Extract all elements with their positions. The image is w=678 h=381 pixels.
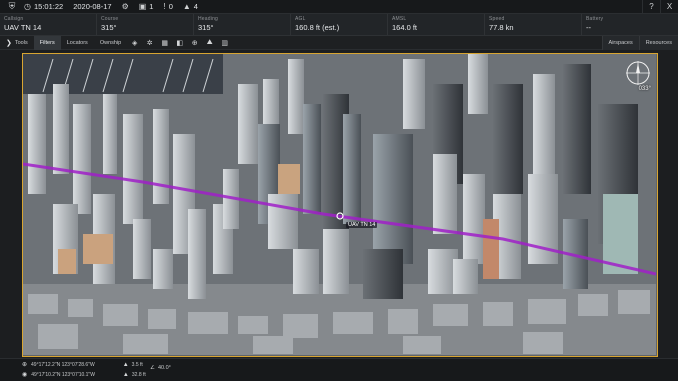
mountain-icon: ▲	[122, 361, 129, 368]
grid-icon[interactable]: ▦	[157, 36, 172, 50]
telemetry-label: AGL	[295, 16, 306, 22]
cursor-altitude: ▲ 3.5 ft	[123, 362, 143, 368]
target-icon[interactable]: ⊕	[187, 36, 202, 50]
telemetry-value: 160.8 ft (est.)	[295, 23, 340, 32]
tab-filters-label: Filters	[39, 39, 55, 46]
tab-ownship[interactable]: Ownship	[94, 36, 127, 50]
telemetry-heading: Heading 315°	[194, 14, 291, 35]
telemetry-label: AMSL	[392, 16, 407, 22]
tab-tools[interactable]: ❯ Tools	[0, 36, 34, 50]
compass-heading: 033°	[638, 86, 651, 92]
crosshair-icon: ⊕	[22, 362, 28, 368]
tab-airspaces[interactable]: Airspaces	[601, 35, 639, 50]
telemetry-speed: Speed 77.8 kn	[485, 14, 582, 35]
telemetry-strip: Callsign UAV TN 14 Course 315° Heading 3…	[0, 14, 678, 36]
map-icon[interactable]: ▥	[217, 36, 232, 50]
view-angle: ∠ 40.0°	[150, 365, 171, 371]
time-value: 15:01:22	[33, 2, 64, 11]
tab-locators-label: Locators	[66, 39, 88, 46]
warning-count[interactable]: ! 0	[163, 2, 172, 11]
telemetry-value: --	[586, 23, 591, 32]
city-3d-view	[23, 54, 656, 355]
layers-icon[interactable]: ◈	[127, 36, 142, 50]
map-viewport[interactable]: UAV TN 14 033°	[22, 53, 658, 357]
telemetry-value: 164.0 ft	[392, 23, 418, 32]
uav-altitude-value: 32.8 ft	[131, 371, 146, 378]
uav-map-label[interactable]: UAV TN 14	[346, 222, 378, 228]
close-button[interactable]: X	[660, 0, 678, 14]
alert-count[interactable]: ▲ 4	[183, 2, 198, 11]
mountain-icon: ▲	[122, 371, 129, 378]
location-pin-icon: ◉	[22, 372, 28, 378]
telemetry-label: Speed	[489, 16, 505, 22]
tab-tools-label: Tools	[14, 39, 28, 46]
telemetry-amsl: AMSL 164.0 ft	[388, 14, 485, 35]
cursor-coordinates: 49°17'12.2"N 123°07'28.6"W	[31, 361, 95, 368]
telemetry-label: Course	[101, 16, 119, 22]
tab-filters[interactable]: Filters	[33, 35, 61, 50]
view-angle-value: 40.0°	[157, 365, 171, 371]
telemetry-agl: AGL 160.8 ft (est.)	[291, 14, 388, 35]
gear-icon[interactable]: ⚙	[122, 2, 129, 11]
alert-triangle-icon: ▲	[182, 2, 191, 11]
settings-status[interactable]: ⚙	[122, 2, 129, 11]
angle-icon: ∠	[150, 365, 155, 371]
telemetry-label: Callsign	[4, 16, 24, 22]
telemetry-value: UAV TN 14	[4, 23, 42, 32]
cursor-altitude-value: 3.5 ft	[131, 361, 143, 368]
tab-resources-label: Resources	[645, 39, 672, 46]
help-button[interactable]: ?	[642, 0, 660, 14]
uav-altitude: ▲ 32.8 ft	[123, 372, 146, 378]
date-value: 2020-08-17	[73, 2, 112, 11]
telemetry-value: 315°	[101, 23, 117, 32]
message-count-value: 1	[149, 2, 154, 11]
message-icon: ▣	[138, 2, 147, 11]
tab-airspaces-label: Airspaces	[608, 39, 633, 46]
chevron-right-icon: ❯	[6, 39, 12, 47]
telemetry-value: 315°	[198, 23, 214, 32]
telemetry-label: Battery	[586, 16, 604, 22]
terrain-icon[interactable]: ⛰	[202, 36, 217, 50]
map-toolbar: ❯ Tools Filters Locators Ownship ◈ ✲ ▦ ◧…	[0, 35, 678, 50]
telemetry-callsign: Callsign UAV TN 14	[0, 14, 97, 35]
tab-resources[interactable]: Resources	[638, 35, 678, 50]
tab-locators[interactable]: Locators	[61, 36, 94, 50]
message-count[interactable]: ▣ 1	[139, 2, 154, 11]
uav-coordinates: 49°17'10.2"N 123°07'10.1"W	[31, 371, 95, 378]
cursor-position-row: ⊕ 49°17'12.2"N 123°07'28.6"W ▲ 3.5 ft	[22, 361, 143, 369]
warning-count-value: 0	[168, 2, 173, 11]
tab-ownship-label: Ownship	[99, 39, 122, 46]
telemetry-label: Heading	[198, 16, 219, 22]
uav-position-row: ◉ 49°17'10.2"N 123°07'10.1"W ▲ 32.8 ft	[22, 371, 146, 379]
clock: ◷ 15:01:22	[24, 2, 63, 11]
alert-count-value: 4	[193, 2, 198, 11]
telemetry-value: 77.8 kn	[489, 23, 514, 32]
compass-icon[interactable]	[625, 60, 651, 86]
telemetry-battery: Battery --	[582, 14, 678, 35]
clock-icon: ◷	[24, 2, 31, 11]
top-status-bar: ⛨ ◷ 15:01:22 2020-08-17 ⚙ ▣ 1 ! 0 ▲ 4 ? …	[0, 0, 678, 14]
bottom-status-bar: ⊕ 49°17'12.2"N 123°07'28.6"W ▲ 3.5 ft ◉ …	[0, 358, 678, 381]
warning-icon: !	[163, 2, 166, 11]
app-logo-icon: ⛨	[8, 1, 16, 11]
date: 2020-08-17	[73, 2, 111, 11]
telemetry-course: Course 315°	[97, 14, 194, 35]
label-icon[interactable]: ◧	[172, 36, 187, 50]
drone-icon[interactable]: ✲	[142, 36, 157, 50]
